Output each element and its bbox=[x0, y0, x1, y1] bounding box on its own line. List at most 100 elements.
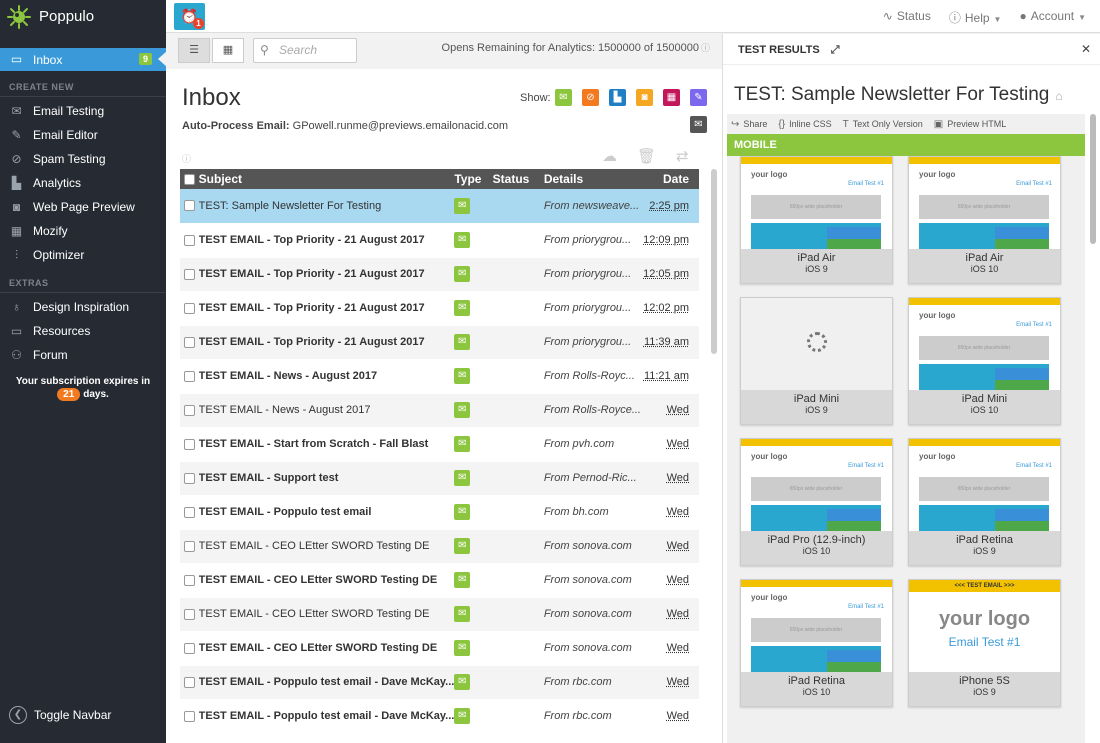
help-menu[interactable]: ⓘ Help ▼ bbox=[949, 9, 1002, 26]
table-row[interactable]: TEST EMAIL - CEO LEtter SWORD Testing DE… bbox=[180, 597, 699, 632]
row-checkbox[interactable] bbox=[183, 710, 195, 722]
column-subject[interactable]: Subject bbox=[198, 169, 455, 189]
sidebar-item-web-page-preview[interactable]: ◙ Web Page Preview bbox=[0, 195, 166, 219]
row-subject[interactable]: TEST EMAIL - CEO LEtter SWORD Testing DE bbox=[198, 631, 455, 666]
sidebar-item-email-testing[interactable]: ✉ Email Testing bbox=[0, 99, 166, 123]
table-row[interactable]: TEST EMAIL - Top Priority - 21 August 20… bbox=[180, 257, 699, 292]
toggle-navbar-button[interactable]: ❮ Toggle Navbar bbox=[9, 706, 111, 724]
row-checkbox[interactable] bbox=[183, 472, 195, 484]
row-subject[interactable]: TEST EMAIL - Start from Scratch - Fall B… bbox=[198, 427, 455, 462]
device-preview-card[interactable]: your logo Email Test #1 650px wide placeho… bbox=[740, 156, 893, 284]
row-subject[interactable]: TEST: Sample Newsletter For Testing bbox=[198, 189, 455, 224]
table-row[interactable]: TEST: Sample Newsletter For Testing ✉ From… bbox=[180, 189, 699, 224]
row-checkbox[interactable] bbox=[183, 642, 195, 654]
table-row[interactable]: TEST EMAIL - Poppulo test email ✉ From bh.… bbox=[180, 495, 699, 530]
sidebar-item-resources[interactable]: ▭ Resources bbox=[0, 319, 166, 343]
sidebar-item-inbox[interactable]: ▭ Inbox 9 bbox=[0, 48, 167, 71]
row-checkbox[interactable] bbox=[183, 336, 195, 348]
trash-icon[interactable]: 🗑 bbox=[637, 147, 656, 165]
show-filter-button[interactable]: ▙ bbox=[609, 89, 626, 106]
tag-icon[interactable]: ⌂ bbox=[1055, 89, 1062, 103]
column-details[interactable]: Details bbox=[543, 169, 641, 189]
inline-css-button[interactable]: {} Inline CSS bbox=[778, 119, 831, 130]
table-row[interactable]: TEST EMAIL - Poppulo test email - Dave M… bbox=[180, 699, 699, 734]
device-preview-card[interactable]: your logo Email Test #1 650px wide placeho… bbox=[740, 438, 893, 566]
search-input[interactable]: ⚲ Search bbox=[253, 38, 357, 63]
inbox-scrollbar[interactable] bbox=[711, 169, 717, 354]
device-preview-card[interactable]: your logo Email Test #1 650px wide placeho… bbox=[908, 297, 1061, 425]
sidebar-item-forum[interactable]: ⚇ Forum bbox=[0, 343, 166, 367]
row-subject[interactable]: TEST EMAIL - Poppulo test email - Dave M… bbox=[198, 699, 455, 734]
table-row[interactable]: TEST EMAIL - CEO LEtter SWORD Testing DE… bbox=[180, 529, 699, 564]
row-checkbox[interactable] bbox=[183, 404, 195, 416]
show-filter-button[interactable]: ✉ bbox=[555, 89, 572, 106]
cloud-download-icon[interactable]: ☁ bbox=[602, 147, 617, 165]
table-row[interactable]: TEST EMAIL - Top Priority - 21 August 20… bbox=[180, 325, 699, 360]
results-scrollbar[interactable] bbox=[1090, 114, 1096, 244]
device-preview-card[interactable]: iPad Mini iOS 9 bbox=[740, 297, 893, 425]
account-menu[interactable]: ● Account ▼ bbox=[1019, 9, 1086, 26]
row-checkbox[interactable] bbox=[183, 302, 195, 314]
row-subject[interactable]: TEST EMAIL - Top Priority - 21 August 20… bbox=[198, 291, 455, 326]
table-row[interactable]: TEST EMAIL - Start from Scratch - Fall B… bbox=[180, 427, 699, 462]
row-subject[interactable]: TEST EMAIL - CEO LEtter SWORD Testing DE bbox=[198, 597, 455, 632]
row-checkbox[interactable] bbox=[183, 540, 195, 552]
select-all-checkbox[interactable] bbox=[183, 174, 195, 186]
row-checkbox[interactable] bbox=[183, 234, 195, 246]
show-filter-button[interactable]: ⊘ bbox=[582, 89, 599, 106]
show-filter-button[interactable]: ▦ bbox=[663, 89, 680, 106]
text-only-button[interactable]: T Text Only Version bbox=[843, 119, 923, 130]
row-subject[interactable]: TEST EMAIL - CEO LEtter SWORD Testing DE bbox=[198, 529, 455, 564]
brand[interactable]: Poppulo bbox=[0, 0, 166, 33]
row-checkbox[interactable] bbox=[183, 574, 195, 586]
grid-view-button[interactable]: ▦ bbox=[212, 38, 244, 63]
list-view-button[interactable]: ☰ bbox=[178, 38, 210, 63]
row-subject[interactable]: TEST EMAIL - News - August 2017 bbox=[198, 359, 455, 394]
column-status[interactable]: Status bbox=[492, 169, 544, 189]
row-subject[interactable]: TEST EMAIL - Poppulo test email - Dave M… bbox=[198, 665, 455, 700]
row-subject[interactable]: TEST EMAIL - Top Priority - 21 August 20… bbox=[198, 223, 455, 258]
table-row[interactable]: TEST EMAIL - Top Priority - 21 August 20… bbox=[180, 223, 699, 258]
sidebar-item-analytics[interactable]: ▙ Analytics bbox=[0, 171, 166, 195]
status-link[interactable]: ∿ Status bbox=[883, 9, 931, 26]
row-checkbox[interactable] bbox=[183, 438, 195, 450]
show-filter-button[interactable]: ✎ bbox=[690, 89, 707, 106]
sidebar-item-spam-testing[interactable]: ⊘ Spam Testing bbox=[0, 147, 166, 171]
transfer-icon[interactable]: ⇄ bbox=[676, 147, 689, 165]
row-subject[interactable]: TEST EMAIL - CEO LEtter SWORD Testing DE bbox=[198, 563, 455, 598]
table-row[interactable]: TEST EMAIL - CEO LEtter SWORD Testing DE… bbox=[180, 631, 699, 666]
row-checkbox[interactable] bbox=[183, 370, 195, 382]
table-row[interactable]: TEST EMAIL - News - August 2017 ✉ From Rol… bbox=[180, 359, 699, 394]
row-checkbox[interactable] bbox=[183, 608, 195, 620]
table-row[interactable]: TEST EMAIL - News - August 2017 ✉ From Rol… bbox=[180, 393, 699, 428]
expand-icon[interactable]: ⤢ bbox=[831, 44, 840, 56]
table-row[interactable]: TEST EMAIL - Poppulo test email - Dave M… bbox=[180, 665, 699, 700]
sidebar-item-mozify[interactable]: ▦ Mozify bbox=[0, 219, 166, 243]
show-filter-button[interactable]: ✉ bbox=[690, 116, 707, 133]
row-subject[interactable]: TEST EMAIL - Support test bbox=[198, 461, 455, 496]
auto-process-address[interactable]: GPowell.runme@previews.emailonacid.com bbox=[293, 120, 508, 132]
row-checkbox[interactable] bbox=[183, 676, 195, 688]
device-preview-card[interactable]: <<< TEST EMAIL >>> your logo Email Test #1… bbox=[908, 579, 1061, 707]
info-icon[interactable]: ⓘ bbox=[182, 152, 191, 165]
device-preview-card[interactable]: your logo Email Test #1 650px wide placeho… bbox=[908, 438, 1061, 566]
row-subject[interactable]: TEST EMAIL - Top Priority - 21 August 20… bbox=[198, 257, 455, 292]
row-checkbox[interactable] bbox=[183, 200, 195, 212]
notifications-button[interactable]: ⏰ 1 bbox=[174, 3, 205, 30]
row-subject[interactable]: TEST EMAIL - Poppulo test email bbox=[198, 495, 455, 530]
share-button[interactable]: ↪ Share bbox=[731, 119, 767, 130]
table-row[interactable]: TEST EMAIL - Support test ✉ From Pernod-Ri… bbox=[180, 461, 699, 496]
sidebar-item-optimizer[interactable]: ⫶ Optimizer bbox=[0, 243, 166, 267]
column-type[interactable]: Type bbox=[454, 169, 493, 189]
table-row[interactable]: TEST EMAIL - CEO LEtter SWORD Testing DE… bbox=[180, 563, 699, 598]
device-preview-card[interactable]: your logo Email Test #1 650px wide placeho… bbox=[740, 579, 893, 707]
row-subject[interactable]: TEST EMAIL - News - August 2017 bbox=[198, 393, 455, 428]
row-checkbox[interactable] bbox=[183, 506, 195, 518]
mobile-section-header[interactable]: MOBILE bbox=[727, 134, 1085, 156]
sidebar-item-email-editor[interactable]: ✎ Email Editor bbox=[0, 123, 166, 147]
row-subject[interactable]: TEST EMAIL - Top Priority - 21 August 20… bbox=[198, 325, 455, 360]
preview-html-button[interactable]: ▣ Preview HTML bbox=[934, 119, 1006, 130]
column-date[interactable]: Date bbox=[641, 169, 699, 189]
table-row[interactable]: TEST EMAIL - Top Priority - 21 August 20… bbox=[180, 291, 699, 326]
sidebar-item-design-inspiration[interactable]: ♁ Design Inspiration bbox=[0, 295, 166, 319]
